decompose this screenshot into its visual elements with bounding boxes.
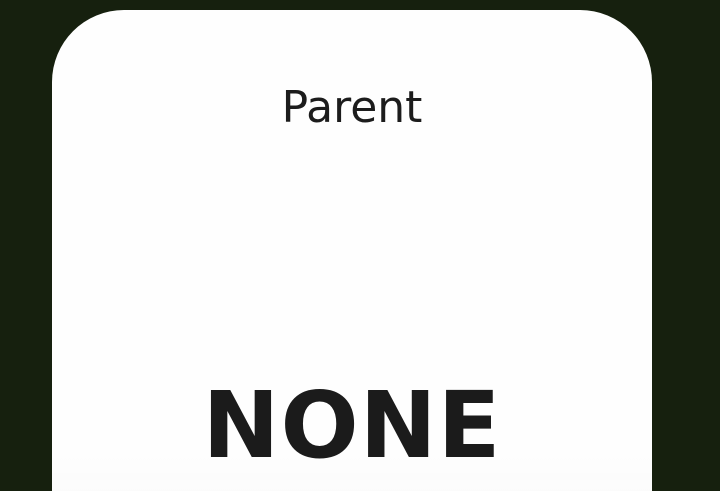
- info-card[interactable]: Parent NONE: [52, 10, 652, 491]
- screen: Parent NONE: [0, 0, 720, 491]
- card-title: Parent: [281, 82, 423, 133]
- card-value: NONE: [202, 372, 502, 479]
